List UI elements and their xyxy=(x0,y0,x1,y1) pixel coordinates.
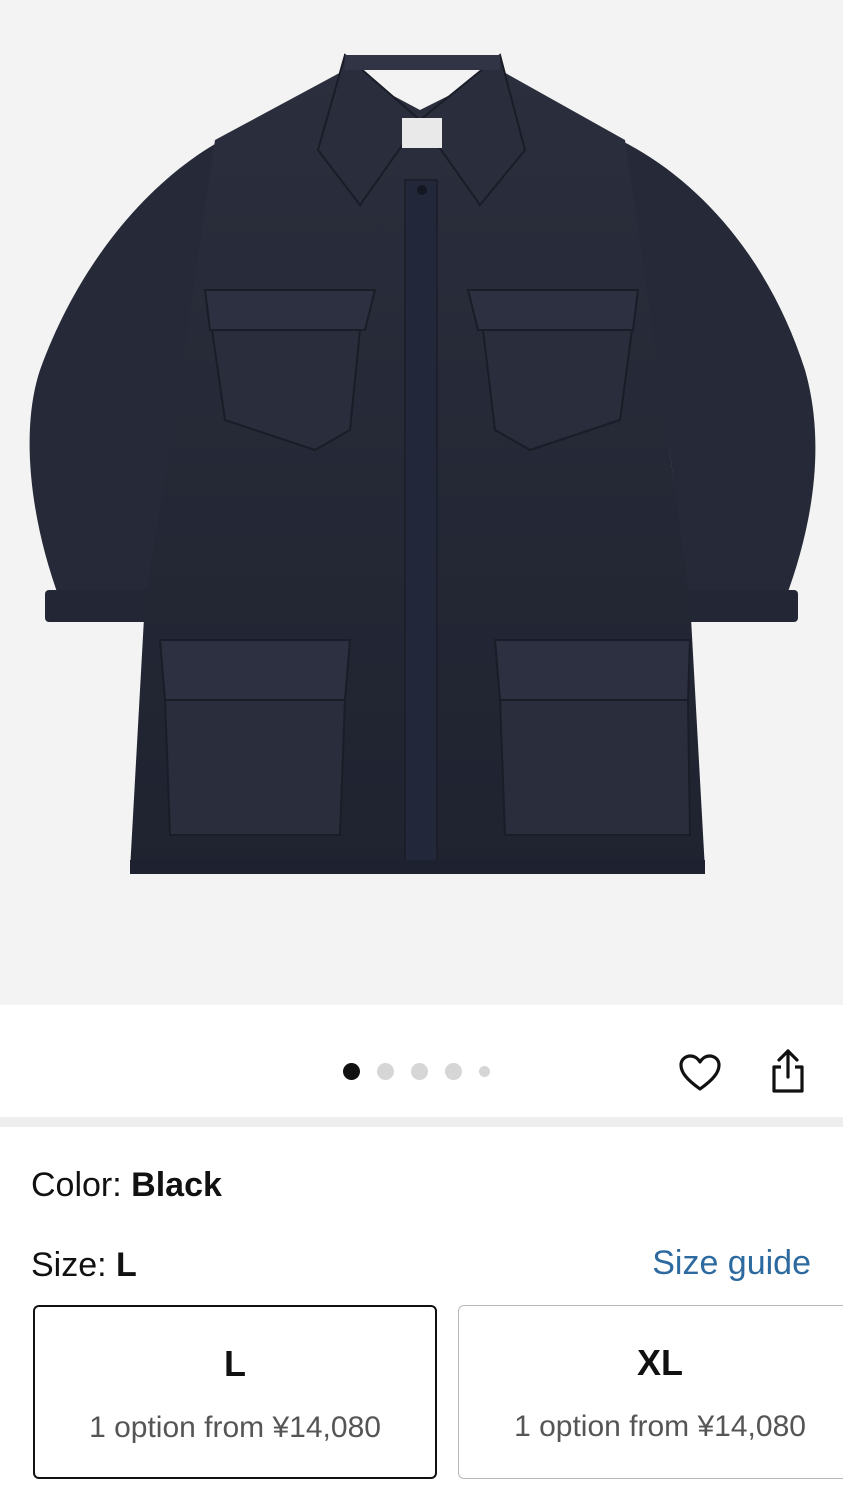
size-option-size: L xyxy=(224,1343,246,1384)
size-option-detail: 1 option from ¥14,080 xyxy=(89,1411,381,1444)
gallery-dot[interactable] xyxy=(343,1062,360,1080)
size-option-l[interactable]: L 1 option from ¥14,080 xyxy=(33,1305,437,1479)
gallery-dot[interactable] xyxy=(445,1062,462,1080)
size-option-xl[interactable]: XL 1 option from ¥14,080 xyxy=(458,1305,843,1479)
size-label: Size: xyxy=(31,1246,107,1284)
size-guide-link[interactable]: Size guide xyxy=(652,1244,811,1283)
jacket-illustration xyxy=(29,53,816,874)
garment-label xyxy=(402,118,442,148)
color-label: Color: xyxy=(31,1166,122,1204)
gallery-dot[interactable] xyxy=(479,1065,490,1077)
section-divider xyxy=(0,1117,843,1127)
gallery-pagination[interactable] xyxy=(343,1062,490,1080)
color-value: Black xyxy=(131,1166,222,1204)
color-row: Color: Black xyxy=(31,1166,222,1205)
share-button[interactable] xyxy=(763,1046,813,1096)
heart-icon xyxy=(679,1054,721,1091)
favorite-button[interactable] xyxy=(675,1048,725,1098)
size-option-size: XL xyxy=(636,1342,683,1383)
gallery-dot[interactable] xyxy=(377,1062,394,1080)
share-icon xyxy=(772,1049,804,1093)
size-option-detail: 1 option from ¥14,080 xyxy=(514,1410,806,1443)
product-image[interactable] xyxy=(0,0,843,1005)
size-value: L xyxy=(116,1246,137,1284)
size-row: Size: L xyxy=(31,1246,137,1285)
gallery-dot[interactable] xyxy=(411,1062,428,1080)
